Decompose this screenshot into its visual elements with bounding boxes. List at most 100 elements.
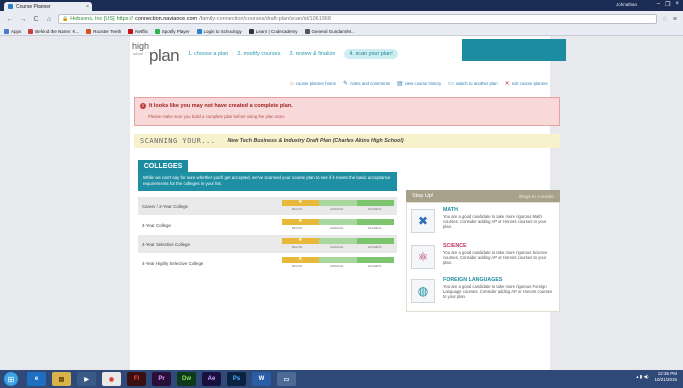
bar-segment [319,200,357,206]
premiere-icon[interactable]: Pr [152,372,171,386]
step-up-header: Step Up! things to consider [406,190,560,202]
bookmark-favicon-icon [4,28,9,34]
file-explorer-icon[interactable]: ▤ [52,372,71,386]
bar-segment [357,200,394,206]
bookmark-item[interactable]: Learn | Codecademy [248,28,298,34]
link-label: notes and comments [350,81,390,86]
highschoolplan-logo[interactable]: high school plan [132,41,184,65]
forward-button[interactable]: → [19,16,27,23]
bar-segment: ★ [282,218,319,225]
bookmark-item[interactable]: Rooster Teeth [86,28,121,34]
bookmark-label: Apps [11,28,22,34]
step-1[interactable]: 1. choose a plan [188,51,228,57]
colleges-description: While we can't say for sure whether you'… [138,172,397,191]
college-type-label: Career / 2-Year College [142,203,188,209]
bar-scale-label: EXCEEDS [368,207,382,211]
photoshop-icon[interactable]: Ps [227,372,246,386]
bar-segment [357,238,394,244]
step-3[interactable]: 3. review & finalize [289,51,335,57]
clock-date: 10/21/2015 [654,377,677,382]
bookmark-item[interactable]: Behind the Name: K... [28,28,80,34]
word-icon[interactable]: W [252,372,271,386]
alert-title: It looks like you may not have created a… [149,103,293,109]
planner-link[interactable]: ✕ exit course planner [505,80,548,87]
bookmark-favicon-icon [154,28,160,34]
subject-foreign-languages: ◍ FOREIGN LANGUAGES You are a good candida… [411,277,559,309]
planner-link[interactable]: ⌂ course planner home [290,81,336,87]
home-button[interactable]: ⌂ [45,16,53,23]
bookmark-item[interactable]: Apps [4,28,22,34]
clock[interactable]: 12:36 PM 10/21/2015 [654,371,677,383]
link-icon: ▭ [448,81,454,87]
subject-title[interactable]: MATH [443,207,458,213]
link-label: course planner home [295,81,337,86]
tab-title: Course Planner [16,3,51,10]
college-row: 4-Year Selective College ★ BELOW AVERAGE EXC… [138,235,397,253]
link-label: view course history [404,81,442,86]
subject-title[interactable]: SCIENCE [443,243,467,249]
close-window-button[interactable]: × [675,1,679,8]
url-scheme: https:// [116,16,134,22]
bar-segment [319,257,357,263]
star-marker-icon: ★ [298,199,303,205]
subject-title[interactable]: FOREIGN LANGUAGES [443,277,502,283]
step-up-title: Step Up! [412,193,434,199]
chrome-menu-icon[interactable]: ≡ [673,16,677,23]
bookmark-item[interactable]: General Gundam/M... [304,28,355,34]
bar-scale-label: EXCEEDS [368,245,382,249]
app-window-icon[interactable]: ▭ [277,372,296,386]
maximize-button[interactable]: ❐ [665,1,670,8]
bookmark-label: Login to Schoology [203,28,242,34]
flash-icon[interactable]: Fl [127,372,146,386]
step-4[interactable]: 4. scan your plan! [344,49,398,59]
browser-tab[interactable]: Course Planner × [4,2,92,11]
bookmark-item[interactable]: Spotify Player [154,28,190,34]
bookmark-label: General Gundam/M... [311,28,355,34]
bookmark-star-icon[interactable]: ☆ [662,15,668,23]
readiness-bar: ★ BELOW AVERAGE EXCEEDS [282,199,394,213]
planner-steps: 1. choose a plan 2. modify courses 3. revi… [188,49,398,59]
link-label: switch to another plan [455,81,498,86]
logo-high-text: high [132,41,150,51]
after-effects-icon[interactable]: Ae [202,372,221,386]
back-button[interactable]: ← [6,16,14,23]
bar-segment [319,219,357,225]
dreamweaver-icon[interactable]: Dw [177,372,196,386]
bar-scale-label: EXCEEDS [368,264,382,268]
windows-taskbar: ⊞ e ▤ ▶ ◉ Fl Pr Dw Ae Ps W ▭ ▴ ▮ ◀) 12:36 PM 10/21… [0,370,683,388]
subject-icon: ✖ [411,209,435,233]
address-bar[interactable]: 🔒 Hobsons, Inc [US] https://connection.n… [58,14,657,24]
step-up-panel: ✖ MATH You are a good candidate to take mo… [406,202,560,312]
chrome-icon[interactable]: ◉ [102,372,121,386]
tray-icons[interactable]: ▴ ▮ ◀) [636,374,648,380]
media-player-icon[interactable]: ▶ [77,372,96,386]
planner-link[interactable]: ✎ notes and comments [343,80,390,87]
subject-recommendation: You are a good candidate to take more ri… [443,250,548,265]
subject-icon: ◍ [411,279,435,303]
colleges-heading: COLLEGES [138,160,188,172]
college-row: Career / 2-Year College ★ BELOW AVERAGE EXCE… [138,197,397,215]
bookmark-favicon-icon [128,28,134,34]
bookmark-favicon-icon [248,28,254,34]
step-2[interactable]: 2. modify courses [237,51,280,57]
planner-links: ⌂ course planner home ✎ notes and comments ▤… [290,80,548,88]
url-path: /family-connection/courses/draft-plan/sc… [199,16,331,22]
bar-scale-label: AVERAGE [330,245,344,249]
bookmark-item[interactable]: Login to Schoology [196,28,242,34]
ie-icon[interactable]: e [27,372,46,386]
taskbar-apps: e ▤ ▶ ◉ Fl Pr Dw Ae Ps W ▭ [27,372,296,386]
planner-link[interactable]: ▭ switch to another plan [448,80,497,87]
college-type-label: 4-Year Highly Selective College [142,260,204,266]
college-row: 4-Year College ★ BELOW AVERAGE EXCEEDS [138,216,397,234]
minimize-button[interactable]: – [657,1,660,8]
bookmark-item[interactable]: Netflix [128,28,148,34]
planner-link[interactable]: ▤ view course history [397,80,441,87]
profile-name[interactable]: Johnathan [616,2,637,7]
start-button[interactable]: ⊞ [4,372,18,386]
bookmark-favicon-icon [304,28,310,34]
tab-close-icon[interactable]: × [86,4,89,10]
bookmark-label: Behind the Name: K... [35,28,80,34]
star-marker-icon: ★ [298,256,303,262]
browser-toolbar: ← → C ⌂ 🔒 Hobsons, Inc [US] https://conn… [0,11,683,27]
reload-button[interactable]: C [32,16,40,23]
